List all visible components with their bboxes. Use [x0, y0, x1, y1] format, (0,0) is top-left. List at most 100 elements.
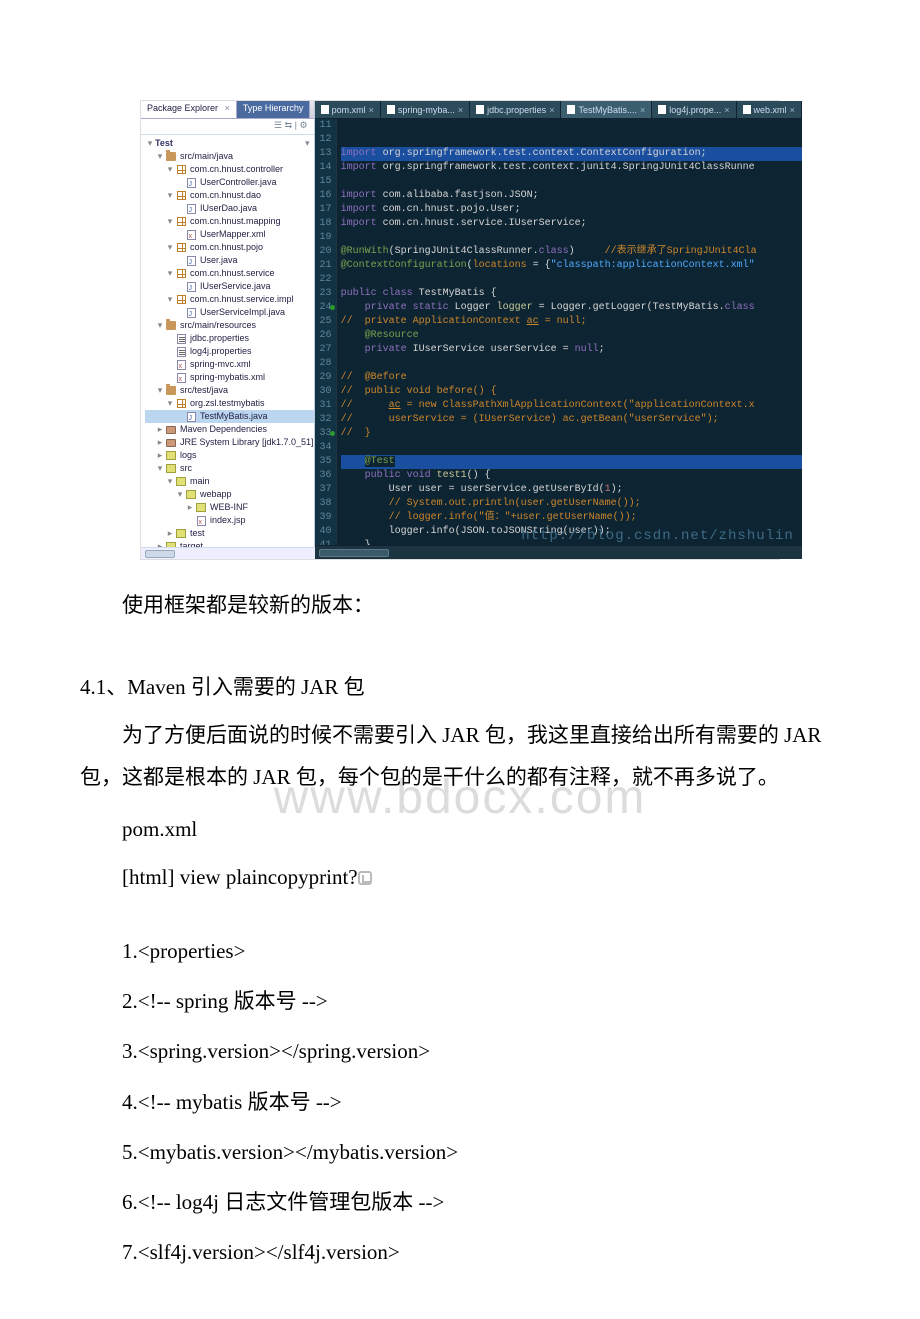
expand-icon[interactable]: ▸ — [185, 501, 195, 514]
expand-icon[interactable]: ▾ — [165, 189, 175, 202]
expand-icon[interactable]: ▸ — [155, 449, 165, 462]
editor-tab[interactable]: spring-myba...× — [381, 101, 470, 118]
expand-icon[interactable]: ▾ — [175, 488, 185, 501]
editor-tab[interactable]: web.xml× — [737, 101, 802, 118]
expand-icon[interactable]: ▸ — [155, 436, 165, 449]
expand-icon[interactable]: ▾ — [165, 163, 175, 176]
tree-item[interactable]: ▾com.cn.hnust.dao — [145, 189, 314, 202]
expand-icon[interactable]: ▾ — [155, 462, 165, 475]
tree-item[interactable]: ▾src/main/java — [145, 150, 314, 163]
close-icon[interactable]: × — [724, 105, 729, 115]
code-line[interactable]: // userService = (IUserService) ac.getBe… — [341, 413, 802, 427]
expand-icon[interactable]: ▾ — [165, 397, 175, 410]
tree-item[interactable]: index.jsp — [145, 514, 314, 527]
tree-item[interactable]: ▾com.cn.hnust.mapping — [145, 215, 314, 228]
editor-tab[interactable]: jdbc.properties× — [470, 101, 561, 118]
tree-item[interactable]: UserMapper.xml — [145, 228, 314, 241]
close-icon[interactable]: × — [458, 105, 463, 115]
code-line[interactable]: @ContextConfiguration(locations = {"clas… — [341, 259, 802, 273]
code-line[interactable]: // System.out.println(user.getUserName()… — [341, 497, 802, 511]
code-line[interactable]: public class TestMyBatis { — [341, 287, 802, 301]
tree-item[interactable]: ▾src — [145, 462, 314, 475]
code-line[interactable]: // private ApplicationContext ac = null; — [341, 315, 802, 329]
code-editor[interactable]: 1112131415161718192021222324252627282930… — [315, 119, 802, 545]
code-line[interactable]: // logger.info("值："+user.getUserName()); — [341, 511, 802, 525]
tree-item[interactable]: jdbc.properties — [145, 332, 314, 345]
tree-item[interactable]: ▾com.cn.hnust.controller — [145, 163, 314, 176]
project-tree[interactable]: ▾ Test ▾ ▾src/main/java▾com.cn.hnust.con… — [141, 135, 314, 559]
tree-item[interactable]: spring-mvc.xml — [145, 358, 314, 371]
tree-item[interactable]: ▾com.cn.hnust.service — [145, 267, 314, 280]
tab-type-hierarchy[interactable]: Type Hierarchy — [237, 101, 311, 118]
code-line[interactable] — [341, 273, 802, 287]
tree-item[interactable]: ▸logs — [145, 449, 314, 462]
expand-icon[interactable]: ▾ — [155, 319, 165, 332]
scrollbar-thumb[interactable] — [145, 550, 175, 558]
expand-icon[interactable]: ▾ — [165, 241, 175, 254]
code-line[interactable]: // } — [341, 427, 802, 441]
code-line[interactable]: // public void before() { — [341, 385, 802, 399]
code-area[interactable]: import org.springframework.test.context.… — [337, 119, 802, 545]
close-icon[interactable]: × — [225, 103, 230, 113]
toolbar-icons[interactable]: ☰ ⇆ | ⚙ — [274, 120, 308, 130]
code-line[interactable] — [341, 441, 802, 455]
tree-item[interactable]: ▸WEB-INF — [145, 501, 314, 514]
editor-h-scrollbar[interactable] — [315, 545, 802, 559]
tree-item[interactable]: IUserService.java — [145, 280, 314, 293]
code-line[interactable]: private static Logger logger = Logger.ge… — [341, 301, 802, 315]
tree-item[interactable]: ▸test — [145, 527, 314, 540]
html-view-links[interactable]: view plaincopyprint? — [180, 865, 358, 889]
tree-item[interactable]: ▾src/test/java — [145, 384, 314, 397]
code-line[interactable]: User user = userService.getUserById(1); — [341, 483, 802, 497]
project-root[interactable]: ▾ Test ▾ — [145, 137, 314, 150]
expand-icon[interactable]: ▾ — [155, 384, 165, 397]
expand-icon[interactable]: ▾ — [165, 267, 175, 280]
code-line[interactable]: public void test1() { — [341, 469, 802, 483]
close-icon[interactable]: × — [369, 105, 374, 115]
tree-item[interactable]: ▸JRE System Library [jdk1.7.0_51] — [145, 436, 314, 449]
code-line[interactable] — [341, 357, 802, 371]
close-icon[interactable]: × — [790, 105, 795, 115]
copy-icon[interactable] — [358, 871, 372, 885]
tree-item[interactable]: UserServiceImpl.java — [145, 306, 314, 319]
expand-icon[interactable]: ▸ — [165, 527, 175, 540]
tree-item[interactable]: ▾org.zsl.testmybatis — [145, 397, 314, 410]
tree-item[interactable]: ▾com.cn.hnust.service.impl — [145, 293, 314, 306]
expand-icon[interactable]: ▾ — [165, 215, 175, 228]
tree-item[interactable]: User.java — [145, 254, 314, 267]
close-icon[interactable]: × — [640, 105, 645, 115]
expand-icon[interactable]: ▾ — [155, 150, 165, 163]
code-line[interactable]: private IUserService userService = null; — [341, 343, 802, 357]
code-line[interactable] — [341, 231, 802, 245]
code-line[interactable]: @Test — [341, 455, 802, 469]
expand-icon[interactable]: ▾ — [165, 293, 175, 306]
tree-item[interactable]: ▾com.cn.hnust.pojo — [145, 241, 314, 254]
editor-tab[interactable]: log4j.prope...× — [652, 101, 736, 118]
expand-icon[interactable]: ▾ — [145, 137, 155, 150]
code-line[interactable]: import org.springframework.test.context.… — [341, 161, 802, 175]
tree-item[interactable]: TestMyBatis.java — [145, 410, 314, 423]
tree-item[interactable]: IUserDao.java — [145, 202, 314, 215]
code-line[interactable]: import com.alibaba.fastjson.JSON; — [341, 189, 802, 203]
editor-tab[interactable]: TestMyBatis....× — [561, 101, 652, 118]
tree-item[interactable]: ▾main — [145, 475, 314, 488]
editor-tab[interactable]: pom.xml× — [315, 101, 381, 118]
tree-item[interactable]: ▸Maven Dependencies — [145, 423, 314, 436]
tree-item[interactable]: log4j.properties — [145, 345, 314, 358]
code-line[interactable]: // @Before — [341, 371, 802, 385]
tree-item[interactable]: ▾src/main/resources — [145, 319, 314, 332]
code-line[interactable]: import org.springframework.test.context.… — [341, 147, 802, 161]
scrollbar-thumb[interactable] — [319, 549, 389, 557]
code-line[interactable]: @Resource — [341, 329, 802, 343]
expand-icon[interactable]: ▸ — [155, 423, 165, 436]
tree-item[interactable]: ▾webapp — [145, 488, 314, 501]
tab-package-explorer[interactable]: Package Explorer × — [141, 101, 237, 118]
dropdown-icon[interactable]: ▾ — [305, 137, 314, 150]
code-line[interactable] — [341, 175, 802, 189]
code-line[interactable]: import com.cn.hnust.service.IUserService… — [341, 217, 802, 231]
code-line[interactable]: @RunWith(SpringJUnit4ClassRunner.class) … — [341, 245, 802, 259]
tree-item[interactable]: spring-mybatis.xml — [145, 371, 314, 384]
tree-item[interactable]: UserController.java — [145, 176, 314, 189]
expand-icon[interactable]: ▾ — [165, 475, 175, 488]
code-line[interactable]: import com.cn.hnust.pojo.User; — [341, 203, 802, 217]
